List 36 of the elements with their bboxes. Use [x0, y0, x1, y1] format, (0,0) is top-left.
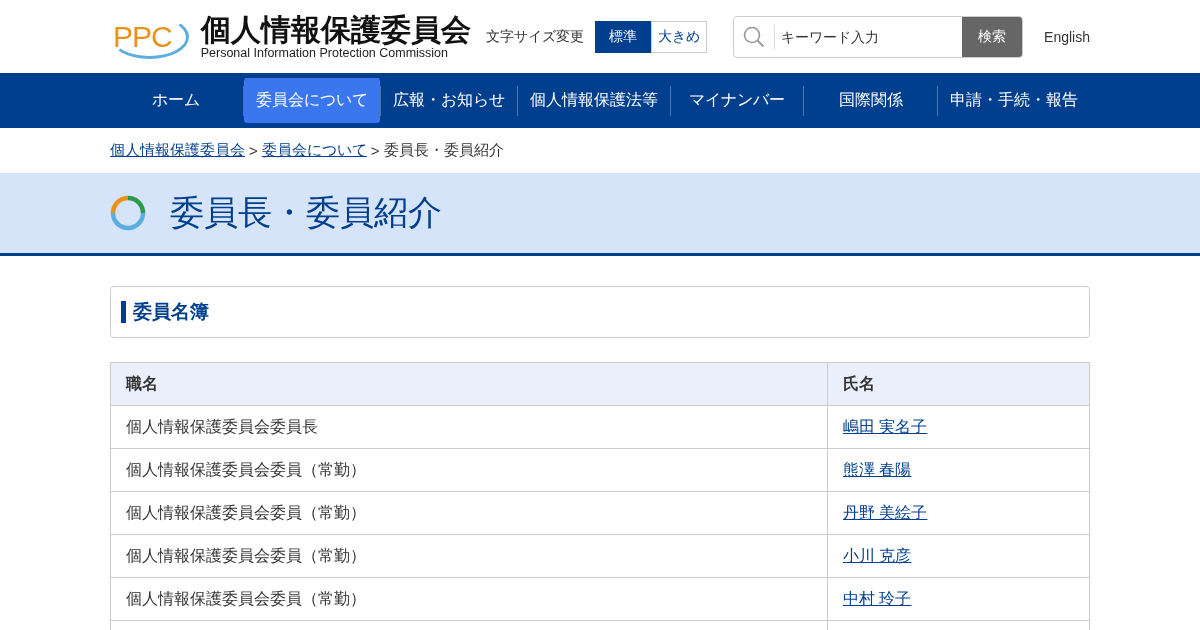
table-cell: 個人情報保護委員会委員（常勤） — [110, 534, 828, 578]
column-header: 氏名 — [827, 362, 1090, 406]
breadcrumb-link[interactable]: 委員会について — [261, 141, 367, 160]
search-field[interactable]: キーワード入力 検索 — [733, 15, 1024, 58]
table-cell: 個人情報保護委員会委員（常勤） — [110, 448, 828, 492]
nav-tab[interactable]: 申請・手続・報告 — [938, 78, 1090, 123]
search-icon — [743, 25, 766, 48]
breadcrumb-current: 委員長・委員紹介 — [383, 141, 504, 160]
nav-tab[interactable]: 個人情報保護法等 — [517, 78, 670, 123]
font-size-label: 文字サイズ変更 — [486, 27, 585, 46]
breadcrumb-link[interactable]: 個人情報保護委員会 — [110, 141, 245, 160]
member-name-link[interactable]: 嶋田 実名子 — [843, 417, 928, 435]
table-cell: 個人情報保護委員会委員長 — [110, 405, 828, 449]
search-button[interactable]: 検索 — [962, 16, 1023, 57]
table-cell: 個人情報保護委員会委員（常勤） — [110, 577, 828, 621]
member-name-link[interactable]: 中村 玲子 — [843, 589, 912, 607]
nav-tab[interactable]: 国際関係 — [826, 78, 915, 123]
site-name: 個人情報保護委員会 — [200, 13, 471, 46]
nav-tab[interactable]: 委員会について — [243, 78, 380, 123]
table-cell: 個人情報保護委員会委員（常勤） — [110, 491, 828, 535]
member-name-link[interactable]: 小川 克彦 — [843, 546, 912, 564]
column-header: 職名 — [110, 362, 828, 406]
member-name-link[interactable]: 熊澤 春陽 — [843, 460, 912, 478]
member-name-link[interactable]: 丹野 美絵子 — [843, 503, 928, 521]
breadcrumb-separator: > — [370, 142, 380, 159]
nav-tab[interactable]: 広報・お知らせ — [380, 78, 517, 123]
nav-tab[interactable]: マイナンバー — [677, 78, 797, 123]
font-size-option[interactable]: 標準 — [595, 20, 652, 53]
breadcrumb-separator: > — [249, 142, 258, 159]
page-title: 委員長・委員紹介 — [170, 192, 442, 233]
font-size-option[interactable]: 大きめ — [651, 20, 708, 53]
ring-icon — [110, 195, 146, 231]
nav-tab[interactable]: ホーム — [140, 78, 213, 123]
english-link[interactable]: English — [1044, 28, 1090, 45]
site-subtitle: Personal Information Protection Commission — [200, 45, 449, 60]
section-heading: 委員名簿 — [121, 301, 209, 323]
